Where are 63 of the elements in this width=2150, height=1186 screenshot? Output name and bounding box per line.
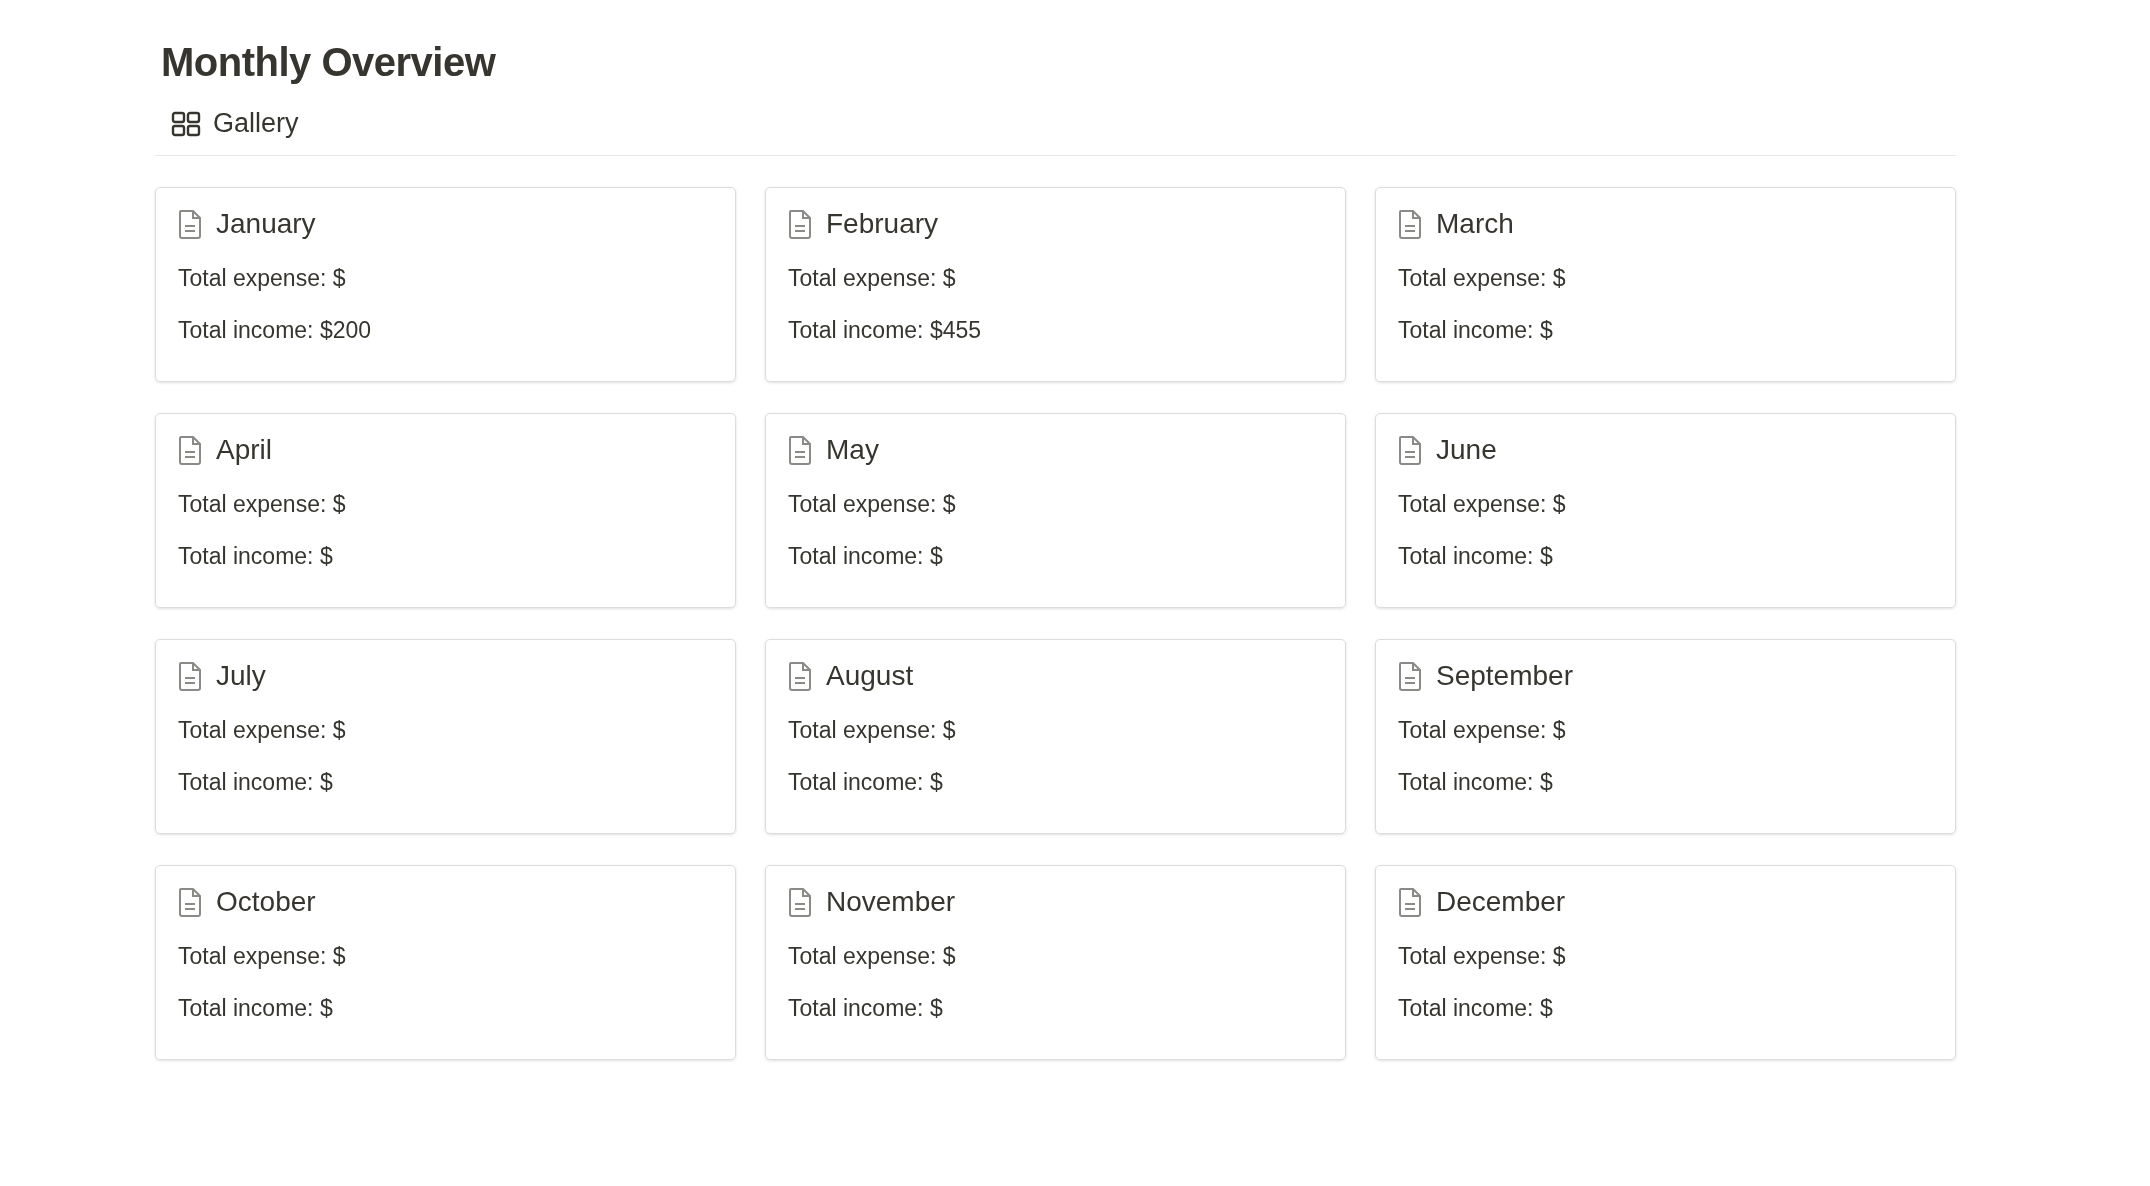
card-property: Total income: $ [178,768,334,796]
card-property: Total expense: $ [1398,264,1567,292]
month-card[interactable]: January Total expense: $ Total income: $200 [155,187,736,382]
card-property: Total income: $ [1398,316,1554,344]
card-property: Total income: $455 [788,316,983,344]
document-icon [178,209,202,239]
month-card[interactable]: March Total expense: $ Total income: $ [1375,187,1956,382]
document-icon [788,661,812,691]
card-property: Total income: $ [1398,994,1554,1022]
card-property: Total expense: $ [788,716,957,744]
month-card[interactable]: November Total expense: $ Total income: $ [765,865,1346,1060]
card-title: September [1436,660,1573,692]
card-title: August [826,660,914,692]
card-property: Total income: $200 [178,316,373,344]
card-title: April [216,434,272,466]
card-title: November [826,886,956,918]
card-title: July [216,660,266,692]
card-property: Total income: $ [788,768,944,796]
document-icon [788,209,812,239]
document-icon [178,435,202,465]
card-title: December [1436,886,1566,918]
month-card[interactable]: December Total expense: $ Total income: $ [1375,865,1956,1060]
document-icon [1398,887,1422,917]
card-property: Total expense: $ [1398,490,1567,518]
document-icon [178,887,202,917]
month-card[interactable]: May Total expense: $ Total income: $ [765,413,1346,608]
month-card[interactable]: July Total expense: $ Total income: $ [155,639,736,834]
grid-icon [171,110,201,137]
card-title: May [826,434,879,466]
document-icon [788,435,812,465]
document-icon [1398,209,1422,239]
card-property: Total expense: $ [1398,942,1567,970]
card-property: Total expense: $ [178,264,347,292]
card-property: Total income: $ [788,994,944,1022]
card-property: Total income: $ [1398,542,1554,570]
month-card[interactable]: September Total expense: $ Total income: $ [1375,639,1956,834]
document-icon [1398,661,1422,691]
month-card[interactable]: April Total expense: $ Total income: $ [155,413,736,608]
card-property: Total expense: $ [178,942,347,970]
document-icon [178,661,202,691]
card-property: Total expense: $ [178,716,347,744]
month-card[interactable]: October Total expense: $ Total income: $ [155,865,736,1060]
card-title: February [826,208,939,240]
page-title: Monthly Overview [161,39,497,86]
document-icon [788,887,812,917]
card-property: Total expense: $ [788,264,957,292]
card-title: June [1436,434,1497,466]
month-card[interactable]: February Total expense: $ Total income: $455 [765,187,1346,382]
gallery-tab[interactable]: Gallery [171,108,299,139]
card-property: Total income: $ [788,542,944,570]
card-property: Total income: $ [1398,768,1554,796]
card-title: January [216,208,316,240]
month-card[interactable]: August Total expense: $ Total income: $ [765,639,1346,834]
card-property: Total expense: $ [178,490,347,518]
card-property: Total income: $ [178,542,334,570]
month-card[interactable]: June Total expense: $ Total income: $ [1375,413,1956,608]
document-icon [1398,435,1422,465]
card-property: Total expense: $ [788,942,957,970]
card-property: Total expense: $ [788,490,957,518]
card-property: Total expense: $ [1398,716,1567,744]
card-title: October [216,886,316,918]
card-property: Total income: $ [178,994,334,1022]
card-title: March [1436,208,1514,240]
